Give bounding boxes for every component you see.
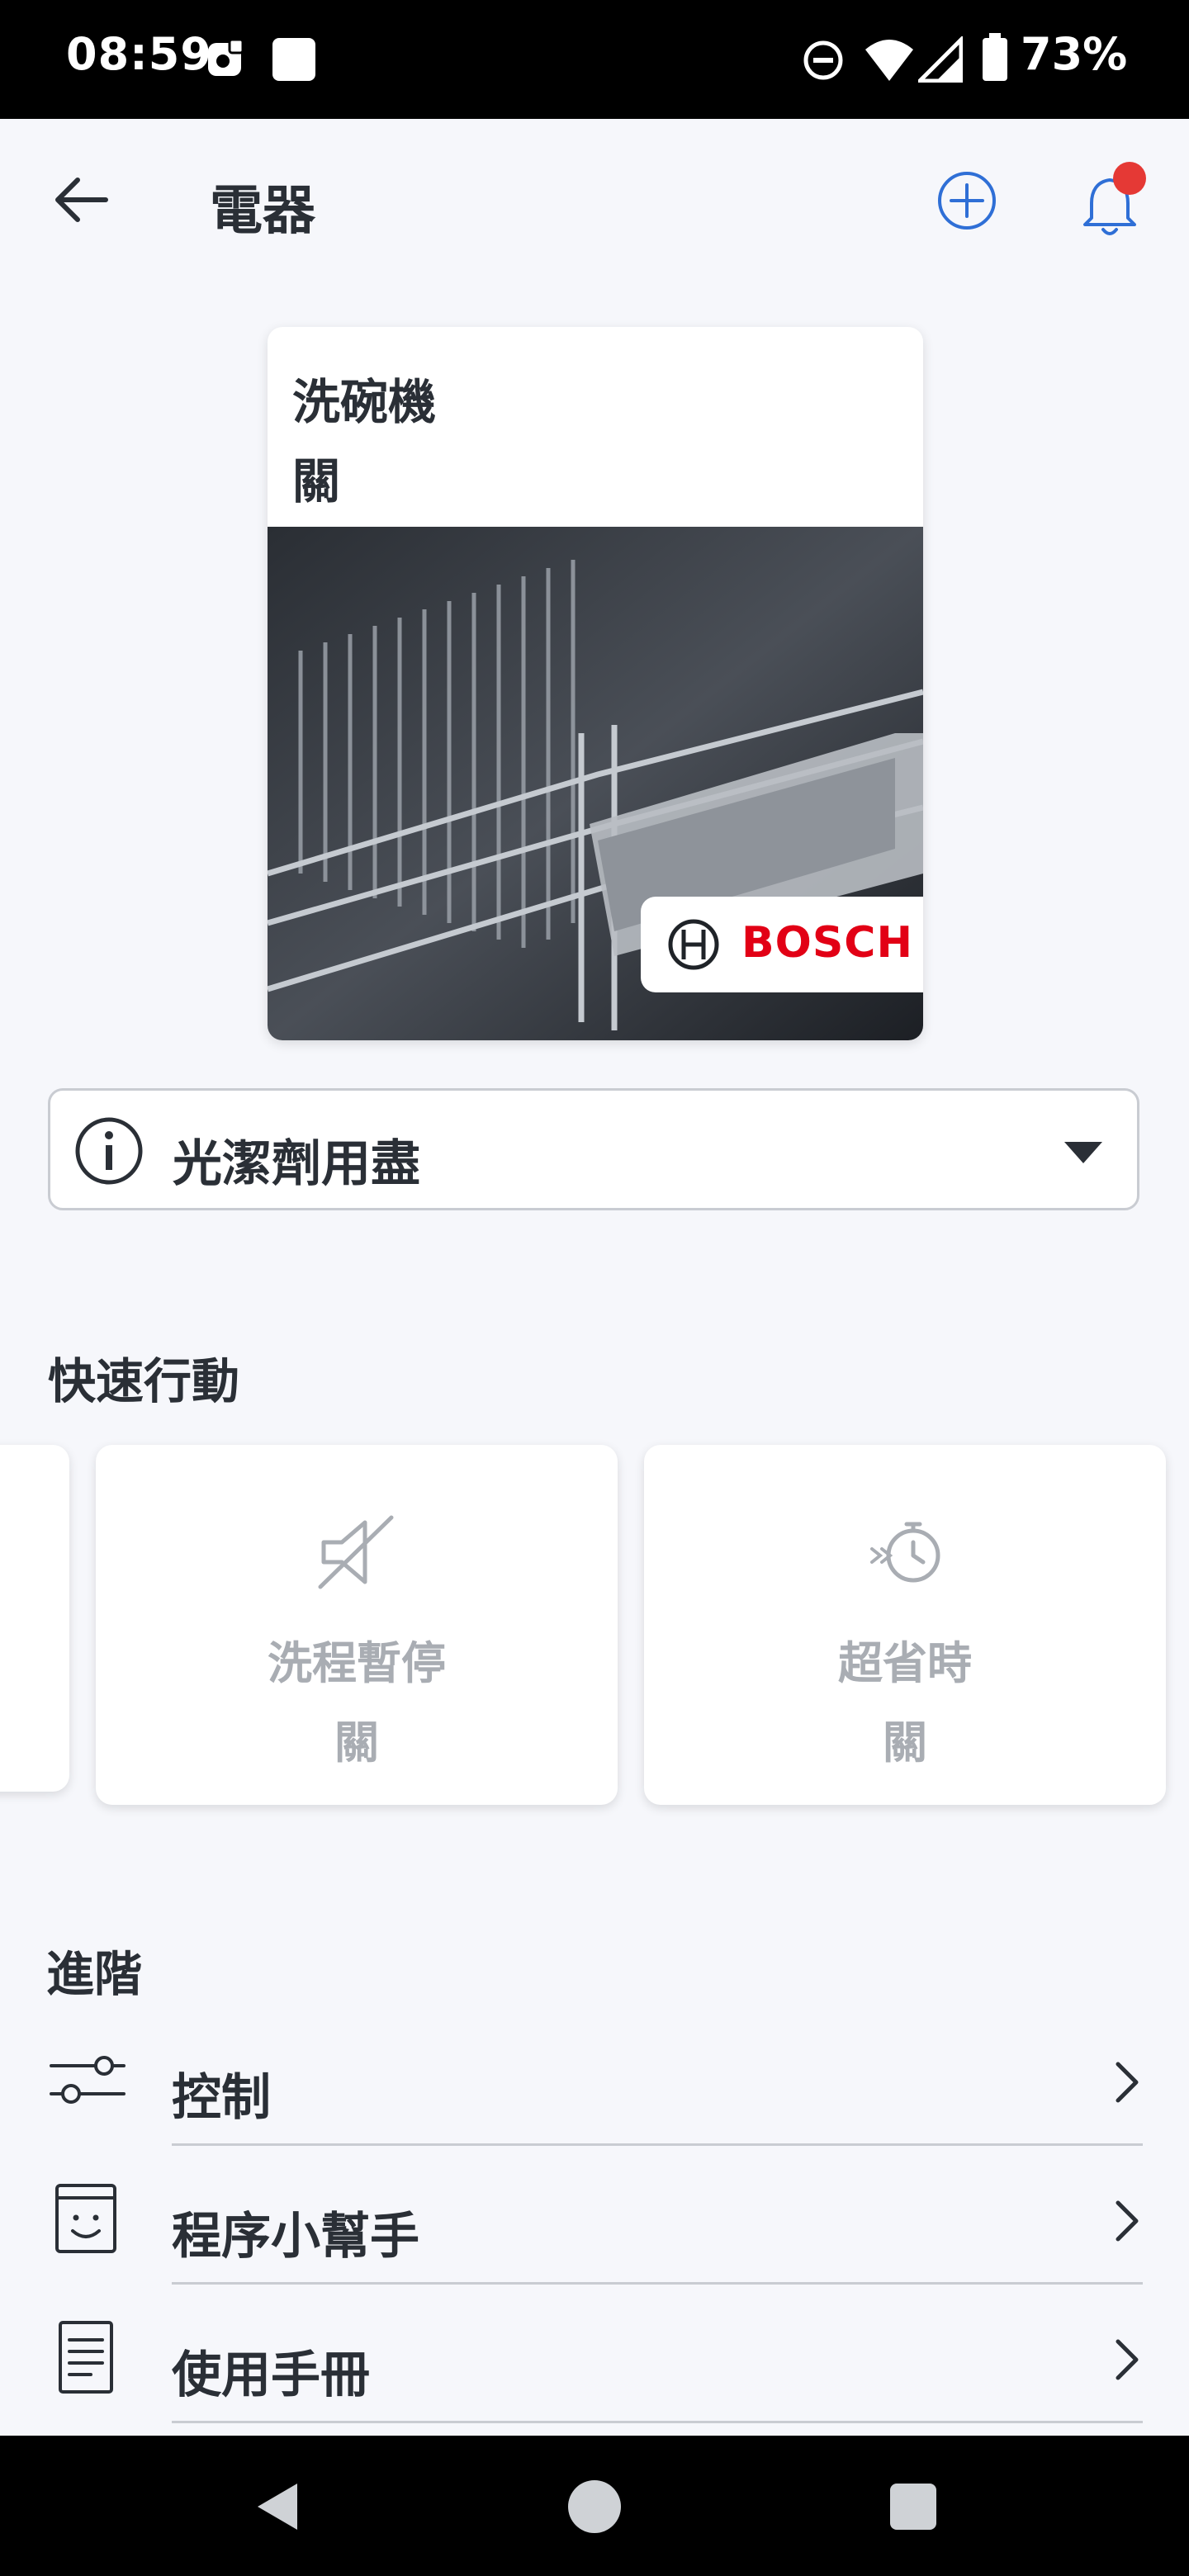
notification-badge (1113, 162, 1146, 195)
list-item-control[interactable]: 控制 (0, 2015, 1189, 2153)
notification-bell-icon[interactable] (1078, 159, 1154, 241)
battery-icon (983, 33, 1007, 81)
quick-action-pause[interactable]: 洗程暫停 關 (96, 1445, 618, 1805)
back-arrow-icon[interactable] (51, 175, 111, 225)
advanced-title: 進階 (46, 1946, 143, 2002)
nav-back-icon[interactable] (253, 2480, 302, 2533)
appliance-name: 洗碗機 (292, 374, 437, 430)
appliance-card[interactable]: 洗碗機 關 BOSCH (268, 327, 923, 1040)
chevron-right-icon (1116, 2339, 1139, 2380)
info-message: 光潔劑用盡 (173, 1135, 420, 1193)
quick-action-speed[interactable]: 超省時 關 (644, 1445, 1166, 1805)
page-title: 電器 (210, 181, 315, 242)
list-divider (172, 2421, 1143, 2423)
nav-recents-icon[interactable] (888, 2482, 938, 2531)
quick-action-status: 關 (883, 1717, 927, 1769)
info-dropdown[interactable]: 光潔劑用盡 (48, 1088, 1139, 1210)
quick-action-tile-partial[interactable] (0, 1445, 69, 1792)
battery-percentage: 73% (1021, 28, 1128, 80)
document-icon (59, 2321, 113, 2394)
quick-actions-title: 快速行動 (48, 1353, 240, 1409)
chevron-right-icon (1116, 2062, 1139, 2103)
status-time: 08:59 (66, 28, 212, 80)
list-divider (172, 2282, 1143, 2285)
square-notification-icon (272, 38, 315, 81)
status-bar: 08:59 73% (0, 0, 1189, 119)
do-not-disturb-icon (803, 40, 843, 80)
chevron-down-icon (1064, 1142, 1102, 1163)
bosch-badge: BOSCH (641, 897, 923, 992)
nav-home-icon[interactable] (566, 2479, 623, 2535)
list-item-label: 使用手冊 (172, 2346, 370, 2404)
list-item-manual[interactable]: 使用手冊 (0, 2292, 1189, 2431)
add-icon[interactable] (936, 170, 997, 231)
wifi-icon (865, 40, 913, 81)
sliders-icon (50, 2056, 126, 2104)
list-divider (172, 2143, 1143, 2146)
list-item-program-helper[interactable]: 程序小幫手 (0, 2153, 1189, 2292)
info-icon (75, 1117, 143, 1185)
quick-action-status: 關 (334, 1717, 379, 1769)
appliance-status: 關 (292, 453, 341, 509)
smile-calendar-icon (55, 2184, 116, 2253)
chevron-right-icon (1116, 2200, 1139, 2242)
navigation-bar (0, 2436, 1189, 2576)
cellular-signal-icon (918, 36, 963, 83)
quick-action-label: 洗程暫停 (268, 1637, 446, 1689)
brand-name: BOSCH (741, 918, 913, 968)
list-item-label: 程序小幫手 (172, 2208, 419, 2266)
mute-off-icon (318, 1515, 394, 1589)
bosch-logo-icon (668, 919, 719, 970)
speed-timer-icon (870, 1522, 940, 1583)
app-notification-icon (208, 38, 244, 76)
list-item-label: 控制 (172, 2069, 271, 2127)
quick-action-label: 超省時 (838, 1637, 972, 1689)
